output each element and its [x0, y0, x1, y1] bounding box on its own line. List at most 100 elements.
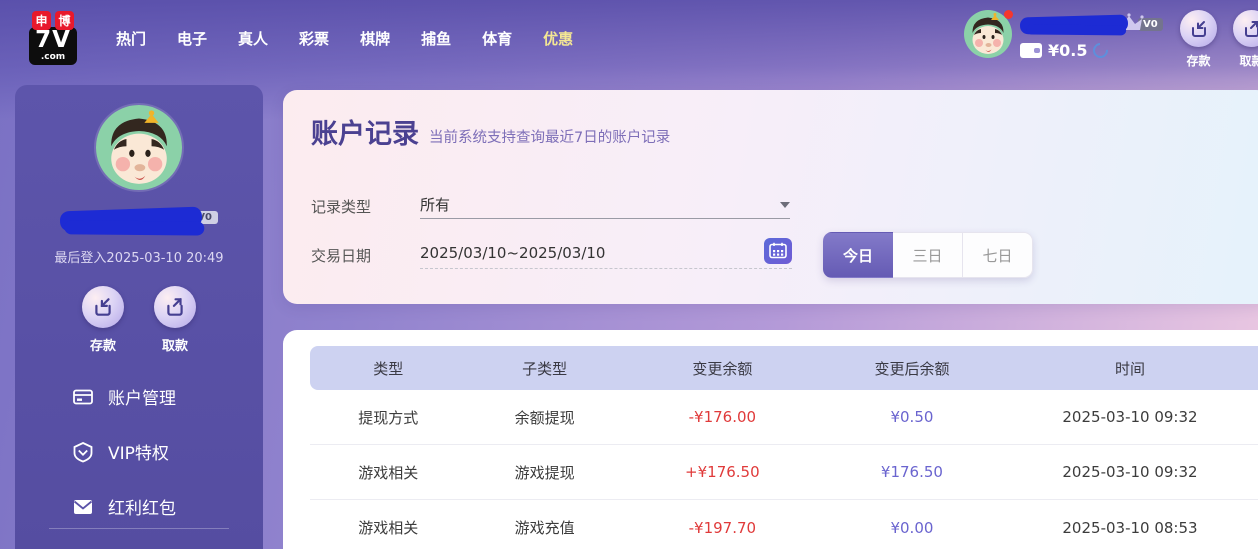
sidebar-item-bonus-redpacket[interactable]: 红利红包: [72, 494, 263, 519]
table-row: 游戏相关 游戏充值 -¥197.70 ¥0.00 2025-03-10 08:5…: [310, 500, 1258, 549]
date-range-input[interactable]: 2025/03/10~2025/03/10: [420, 237, 792, 269]
user-cluster: V0 ¥0.5: [964, 10, 1163, 62]
table-header-row: 类型 子类型 变更余额 变更后余额 时间: [310, 346, 1258, 390]
logo-main-text: 7V: [35, 27, 71, 53]
cell-time: 2025-03-10 08:53: [1062, 518, 1198, 537]
user-avatar[interactable]: [964, 10, 1013, 58]
redacted-username: [1019, 14, 1129, 34]
wallet-icon: [1020, 43, 1042, 58]
column-header-time: 时间: [1114, 359, 1145, 378]
cell-time: 2025-03-10 09:32: [1062, 463, 1198, 481]
deposit-icon: [1180, 10, 1217, 47]
cell-change-amount: -¥197.70: [688, 518, 757, 537]
vip-shield-icon: [73, 441, 93, 462]
cell-type: 游戏相关: [358, 463, 419, 482]
record-type-label: 记录类型: [311, 198, 372, 216]
cell-type: 提现方式: [358, 408, 419, 427]
deposit-label: 存款: [89, 339, 116, 354]
nav-item-sports[interactable]: 体育: [482, 28, 512, 49]
cell-after-balance: ¥0.00: [890, 518, 934, 537]
cell-change-amount: -¥176.00: [688, 408, 757, 426]
date-range-presets: 今日 三日 七日: [823, 232, 1033, 278]
table-row: 提现方式 余额提现 -¥176.00 ¥0.50 2025-03-10 09:3…: [310, 390, 1258, 445]
cell-type: 游戏相关: [358, 519, 419, 537]
nav-item-lottery[interactable]: 彩票: [299, 28, 329, 49]
sidebar-divider: [49, 528, 229, 529]
balance-amount: ¥0.5: [1048, 41, 1088, 60]
range-button-7days[interactable]: 七日: [963, 232, 1033, 278]
wallet-row: ¥0.5: [1020, 39, 1163, 62]
logo-domain-text: .com: [40, 52, 66, 62]
logo-tab-2: 博: [55, 11, 74, 30]
top-navigation: 申 博 7V .com 热门 电子 真人 彩票 棋牌 捕鱼 体育 优惠 V0 ¥…: [0, 0, 1258, 76]
logo-box: 7V .com: [29, 27, 77, 65]
page-subtitle: 当前系统支持查询最近7日的账户记录: [429, 130, 671, 146]
calendar-icon[interactable]: [764, 237, 792, 264]
date-range-label: 交易日期: [311, 247, 372, 265]
sidebar-item-label: 账户管理: [108, 389, 176, 409]
cell-after-balance: ¥176.50: [880, 463, 943, 481]
chevron-down-icon: [780, 201, 790, 208]
column-header-type: 类型: [373, 359, 404, 378]
sidebar-withdraw-button[interactable]: 取款: [154, 286, 196, 354]
range-button-today[interactable]: 今日: [823, 232, 893, 278]
notification-dot: [1004, 10, 1013, 19]
page-title: 账户记录: [311, 119, 419, 150]
cell-subtype: 游戏充值: [514, 519, 575, 537]
cell-subtype: 余额提现: [514, 408, 575, 427]
sidebar-deposit-button[interactable]: 存款: [82, 286, 124, 354]
deposit-label: 存款: [1186, 54, 1211, 68]
refresh-balance-icon[interactable]: [1090, 39, 1112, 62]
withdraw-label: 取款: [161, 339, 188, 354]
column-header-change: 变更余额: [692, 359, 753, 378]
range-button-3days[interactable]: 三日: [893, 232, 963, 278]
account-records-page: 申 博 7V .com 热门 电子 真人 彩票 棋牌 捕鱼 体育 优惠 V0 ¥…: [0, 0, 1258, 549]
site-logo[interactable]: 申 博 7V .com: [20, 11, 86, 65]
sidebar-item-account-management[interactable]: 账户管理: [72, 384, 263, 409]
user-info: V0 ¥0.5: [1019, 10, 1163, 62]
sidebar-quick-actions: 存款 取款: [82, 286, 196, 354]
deposit-icon: [82, 286, 124, 328]
sidebar-menu: 账户管理 VIP特权 红利红包: [15, 384, 263, 549]
logo-tab-1: 申: [32, 11, 51, 30]
cell-change-amount: +¥176.50: [685, 463, 760, 481]
nav-item-slots[interactable]: 电子: [177, 28, 207, 49]
column-header-subtype: 子类型: [522, 359, 568, 378]
sidebar-item-label: VIP特权: [108, 444, 169, 464]
table-body: 提现方式 余额提现 -¥176.00 ¥0.50 2025-03-10 09:3…: [310, 390, 1258, 549]
withdraw-icon: [1233, 10, 1258, 47]
nav-item-hot[interactable]: 热门: [116, 28, 146, 49]
title-row: 账户记录 当前系统支持查询最近7日的账户记录: [311, 112, 670, 151]
column-header-after: 变更后余额: [874, 359, 950, 378]
date-range-value: 2025/03/10~2025/03/10: [420, 243, 606, 262]
redacted-username: [59, 206, 203, 232]
envelope-icon: [73, 499, 93, 514]
nav-item-chess[interactable]: 棋牌: [360, 28, 390, 49]
last-login-text: 最后登入2025-03-10 20:49: [54, 251, 224, 266]
nav-deposit-button[interactable]: 存款: [1180, 10, 1217, 69]
table-row: 游戏相关 游戏提现 +¥176.50 ¥176.50 2025-03-10 09…: [310, 445, 1258, 500]
cell-subtype: 游戏提现: [514, 463, 575, 482]
sidebar-item-label: 红利红包: [108, 499, 176, 519]
records-table-card: 类型 子类型 变更余额 变更后余额 时间 提现方式 余额提现 -¥176.00 …: [283, 330, 1258, 549]
card-icon: [73, 389, 93, 404]
cell-after-balance: ¥0.50: [890, 408, 934, 426]
main-menu: 热门 电子 真人 彩票 棋牌 捕鱼 体育 优惠: [116, 28, 573, 49]
record-type-value: 所有: [420, 196, 451, 214]
sidebar-item-vip-privileges[interactable]: VIP特权: [72, 439, 263, 464]
filter-panel: 账户记录 当前系统支持查询最近7日的账户记录 记录类型 所有 交易日期 2025…: [283, 90, 1258, 304]
user-sidebar: V0 最后登入2025-03-10 20:49 存款 取款 账户管理 VIP特权…: [15, 85, 263, 549]
sidebar-avatar[interactable]: [96, 105, 182, 190]
nav-item-fishing[interactable]: 捕鱼: [421, 28, 451, 49]
nav-item-promotions[interactable]: 优惠: [543, 28, 573, 49]
cell-time: 2025-03-10 09:32: [1062, 408, 1198, 426]
sidebar-username-row: V0: [54, 206, 224, 240]
nav-withdraw-button[interactable]: 取款: [1233, 10, 1258, 69]
nav-quick-actions: 存款 取款: [1180, 10, 1258, 69]
record-type-select[interactable]: 所有: [420, 191, 790, 219]
nav-item-live[interactable]: 真人: [238, 28, 268, 49]
withdraw-icon: [154, 286, 196, 328]
withdraw-label: 取款: [1239, 54, 1258, 68]
username-row: V0: [1019, 12, 1163, 36]
logo-tabs: 申 博: [32, 11, 74, 30]
